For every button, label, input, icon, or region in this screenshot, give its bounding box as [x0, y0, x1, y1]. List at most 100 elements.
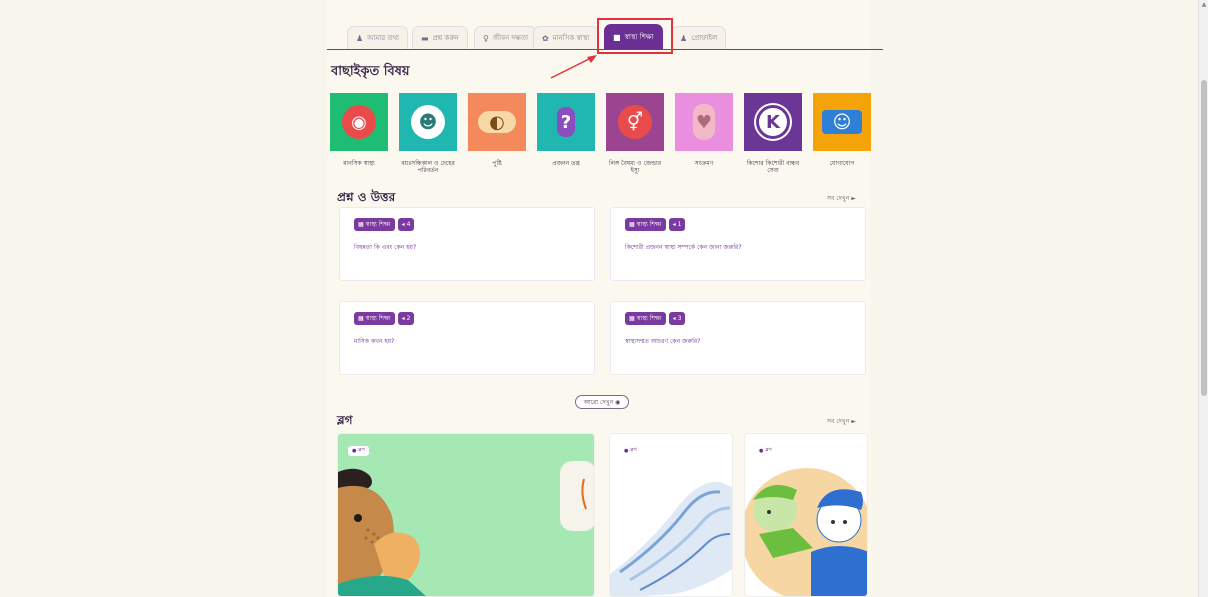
clinic-icon: K: [744, 93, 802, 151]
tab-profile[interactable]: ♟ প্রোফাইল: [671, 26, 727, 49]
qa-card[interactable]: ▦ স্বাস্থ্য শিক্ষা ◂ 4 বিষন্নতা কি এবং কেন…: [339, 207, 595, 281]
tag-icon: ●: [624, 448, 629, 454]
topic-label: লিঙ্গ বৈষম্য ও জেন্ডার ইস্যু: [608, 160, 662, 174]
blog-tag: ● ব্লগ: [620, 446, 641, 456]
conversation-icon: ☺: [813, 93, 871, 151]
tag-icon: ●: [759, 448, 764, 454]
tab-ask[interactable]: ▬ প্রশ্ন করুন: [412, 26, 468, 49]
tab-mental-health[interactable]: ✿ মানসিক স্বাস্থ্য: [533, 26, 599, 49]
topic-gender[interactable]: ⚥ লিঙ্গ বৈষম্য ও জেন্ডার ইস্যু: [606, 93, 664, 174]
answer-count: 2: [406, 315, 411, 322]
blog-tag: ● ব্লগ: [755, 446, 776, 456]
acne-boy-illustration-icon: [338, 461, 594, 596]
comment-icon: ◂: [672, 315, 676, 322]
topic-label: কিশোর কিশোরী বান্ধব সেবা: [746, 160, 800, 174]
topic-reproductive-system[interactable]: ? প্রজনন তন্ত্র: [537, 93, 595, 167]
answer-count: 3: [677, 315, 682, 322]
category-badge: ▦ স্বাস্থ্য শিক্ষা: [354, 312, 395, 325]
question-text[interactable]: মাসিক কখন হয়?: [354, 336, 394, 347]
question-text[interactable]: স্বাস্থ্যসম্মত আচরণ কেন জরুরি?: [625, 336, 700, 347]
featured-topics-row: ◉ মানসিক স্বাস্থ্য ☻ বয়ঃসন্ধিকাল ও দেহে…: [330, 93, 871, 183]
tab-label: জীবন দক্ষতা: [492, 34, 529, 42]
topic-youth-friendly-services[interactable]: K কিশোর কিশোরী বান্ধব সেবা: [744, 93, 802, 174]
comment-icon: ◂: [401, 221, 405, 228]
answer-count: 4: [406, 221, 411, 228]
badge-label: স্বাস্থ্য শিক্ষা: [365, 221, 391, 228]
highlight-annotation: [597, 18, 673, 54]
tab-label: প্রশ্ন করুন: [432, 34, 459, 42]
blog-see-all-link[interactable]: সব দেখুন ►: [827, 416, 856, 427]
tag-icon: ●: [352, 448, 357, 454]
question-person-icon: ?: [537, 93, 595, 151]
heart-icon: ✿: [542, 33, 549, 43]
grid-icon: ▦: [629, 315, 635, 322]
tab-label: আমার তথ্য: [367, 34, 400, 42]
topic-label: যোগাযোগ: [829, 160, 855, 167]
qa-card[interactable]: ▦ স্বাস্থ্য শিক্ষা ◂ 3 স্বাস্থ্যসম্মত আচরণ…: [610, 301, 866, 375]
qa-card[interactable]: ▦ স্বাস্থ্য শিক্ষা ◂ 1 কিশোরী প্রজনন স্বাস…: [610, 207, 866, 281]
vertical-scrollbar[interactable]: ▲: [1198, 0, 1208, 597]
tag-label: ব্লগ: [630, 447, 637, 453]
answers-badge: ◂ 4: [397, 218, 415, 231]
grid-icon: ▦: [358, 315, 364, 322]
tag-label: ব্লগ: [358, 447, 365, 453]
answers-badge: ◂ 2: [397, 312, 415, 325]
badge-label: স্বাস্থ্য শিক্ষা: [636, 221, 662, 228]
sanitary-pad-illustration-icon: [610, 481, 732, 596]
question-text[interactable]: কিশোরী প্রজনন স্বাস্থ্য সম্পর্কে কেন জান…: [625, 242, 742, 253]
qa-see-all-link[interactable]: সব দেখুন ►: [827, 193, 856, 204]
tab-life-skills[interactable]: ♀ জীবন দক্ষতা: [474, 26, 538, 49]
annotation-arrow-icon: [550, 55, 597, 79]
tag-label: ব্লগ: [765, 447, 772, 453]
brain-icon: ◉: [330, 93, 388, 151]
category-badge: ▦ স্বাস্থ্য শিক্ষা: [625, 218, 666, 231]
tab-my-info[interactable]: ♟ আমার তথ্য: [347, 26, 409, 49]
topic-nutrition[interactable]: ◐ পুষ্টি: [468, 93, 526, 167]
featured-topics-title: বাছাইকৃত বিষয়: [331, 64, 410, 79]
topic-label: পুষ্টি: [492, 160, 502, 167]
answers-badge: ◂ 1: [668, 218, 686, 231]
page-content: ♟ আমার তথ্য ▬ প্রশ্ন করুন ♀ জীবন দক্ষতা …: [327, 0, 883, 597]
topic-infection[interactable]: ♥ সংক্রমণ: [675, 93, 733, 167]
answers-badge: ◂ 3: [668, 312, 686, 325]
topic-label: প্রজনন তন্ত্র: [552, 160, 580, 167]
qa-card[interactable]: ▦ স্বাস্থ্য শিক্ষা ◂ 2 মাসিক কখন হয়?: [339, 301, 595, 375]
grid-icon: ▦: [358, 221, 364, 228]
girl-icon: ☻: [399, 93, 457, 151]
badge-label: স্বাস্থ্য শিক্ষা: [365, 315, 391, 322]
chat-icon: ▬: [421, 33, 429, 43]
see-more-button[interactable]: আরো দেখুন ◉: [575, 395, 629, 409]
comment-icon: ◂: [672, 221, 676, 228]
food-icon: ◐: [468, 93, 526, 151]
question-text[interactable]: বিষন্নতা কি এবং কেন হয়?: [354, 242, 416, 253]
badge-label: স্বাস্থ্য শিক্ষা: [636, 315, 662, 322]
grid-icon: ▦: [629, 221, 635, 228]
topic-communication[interactable]: ☺ যোগাযোগ: [813, 93, 871, 167]
lightbulb-icon: ♀: [483, 33, 489, 43]
blog-tag: ● ব্লগ: [348, 446, 369, 456]
blog-card-friends[interactable]: ● ব্লগ: [744, 433, 868, 597]
gender-icon: ⚥: [606, 93, 664, 151]
scroll-up-icon[interactable]: ▲: [1201, 2, 1207, 8]
topic-label: মানসিক স্বাস্থ্য: [343, 160, 375, 167]
person-icon: ♟: [356, 33, 364, 43]
comment-icon: ◂: [401, 315, 405, 322]
answer-count: 1: [677, 221, 682, 228]
user-icon: ♟: [680, 33, 688, 43]
tab-label: প্রোফাইল: [691, 34, 718, 42]
scrollbar-thumb[interactable]: [1201, 80, 1207, 396]
friends-illustration-icon: [745, 468, 867, 596]
body-icon: ♥: [675, 93, 733, 151]
topic-label: বয়ঃসন্ধিকাল ও দেহের পরিবর্তন: [401, 160, 455, 174]
tab-bar: ♟ আমার তথ্য ▬ প্রশ্ন করুন ♀ জীবন দক্ষতা …: [327, 18, 883, 54]
category-badge: ▦ স্বাস্থ্য শিক্ষা: [625, 312, 666, 325]
category-badge: ▦ স্বাস্থ্য শিক্ষা: [354, 218, 395, 231]
topic-puberty[interactable]: ☻ বয়ঃসন্ধিকাল ও দেহের পরিবর্তন: [399, 93, 457, 174]
blog-card-large[interactable]: ● ব্লগ: [337, 433, 595, 597]
qa-title: প্রশ্ন ও উত্তর: [337, 190, 396, 204]
topic-mental-health[interactable]: ◉ মানসিক স্বাস্থ্য: [330, 93, 388, 167]
tab-label: মানসিক স্বাস্থ্য: [552, 34, 590, 42]
blog-title: ব্লগ: [337, 413, 353, 427]
blog-card-pads[interactable]: ● ব্লগ: [609, 433, 733, 597]
topic-label: সংক্রমণ: [694, 160, 714, 167]
